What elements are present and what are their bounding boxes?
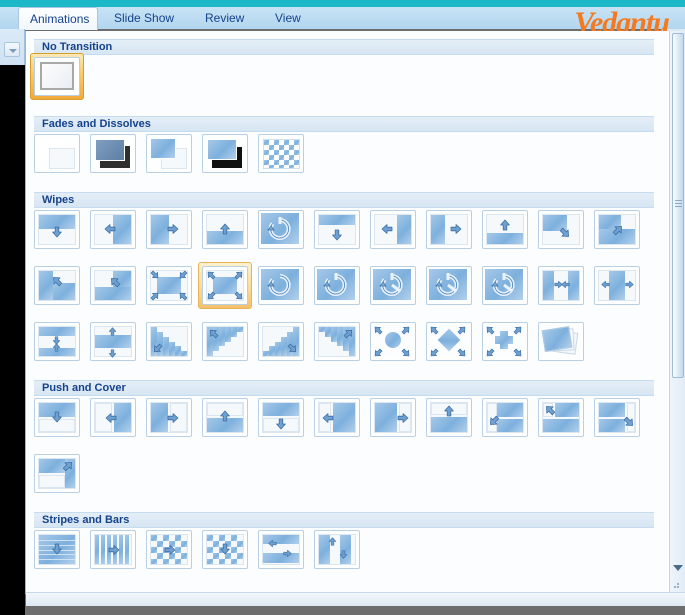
transition-push-down[interactable] — [34, 398, 80, 437]
more-dropdown-icon[interactable] — [4, 42, 20, 57]
resize-grip[interactable] — [674, 582, 682, 590]
transition-wedge[interactable] — [258, 210, 304, 249]
transition-wheel-2[interactable] — [314, 266, 360, 305]
transition-uncover-left[interactable] — [370, 210, 416, 249]
transition-shape-plus[interactable] — [482, 322, 528, 361]
transition-cover-right-up[interactable] — [34, 454, 80, 493]
transition-cut-through-black[interactable] — [202, 134, 248, 173]
section-header-wipes: Wipes — [34, 192, 654, 208]
section-header-stripes-and-bars: Stripes and Bars — [34, 512, 654, 528]
transition-blinds-vertical[interactable] — [90, 530, 136, 569]
transition-box-in[interactable] — [146, 266, 192, 305]
section-header-fades: Fades and Dissolves — [34, 116, 654, 132]
gallery-scrollbar[interactable] — [669, 31, 685, 592]
transition-shape-circle[interactable] — [370, 322, 416, 361]
transition-strips-left-up[interactable] — [202, 322, 248, 361]
left-gutter — [0, 65, 25, 615]
transition-wheel-4[interactable] — [426, 266, 472, 305]
gallery-bottom-strip — [26, 592, 685, 606]
tab-slide-show[interactable]: Slide Show — [103, 8, 185, 29]
tab-review[interactable]: Review — [194, 8, 255, 29]
transition-cover-right-down[interactable] — [594, 398, 640, 437]
transition-wheel-3[interactable] — [370, 266, 416, 305]
transition-cover-left-up[interactable] — [538, 398, 584, 437]
transition-blank-slide[interactable] — [34, 57, 80, 96]
transition-wipe-up[interactable] — [202, 210, 248, 249]
transition-split-vertical-out[interactable] — [594, 266, 640, 305]
transition-checkerboard-down[interactable] — [202, 530, 248, 569]
transition-wipe-down[interactable] — [34, 210, 80, 249]
transition-push-right[interactable] — [146, 398, 192, 437]
section-header-push-and-cover: Push and Cover — [34, 380, 654, 396]
ribbon-tab-strip: Animations Slide Show Review View — [0, 7, 685, 29]
transition-strips-right-down[interactable] — [258, 322, 304, 361]
transition-wipe-left[interactable] — [90, 210, 136, 249]
transition-comb-horizontal[interactable] — [258, 530, 304, 569]
transition-fade-smoothly[interactable] — [34, 134, 80, 173]
transition-split-vertical-in[interactable] — [538, 266, 584, 305]
transition-comb-vertical[interactable] — [314, 530, 360, 569]
tab-animations[interactable]: Animations — [18, 7, 98, 30]
transition-split-horizontal-out[interactable] — [90, 322, 136, 361]
transition-box-out[interactable] — [202, 266, 248, 305]
transition-strips-left-down[interactable] — [146, 322, 192, 361]
transition-cover-right[interactable] — [370, 398, 416, 437]
transition-cover-left-down[interactable] — [482, 398, 528, 437]
transition-fade-through-black[interactable] — [90, 134, 136, 173]
section-header-no-transition: No Transition — [34, 39, 654, 55]
transition-push-left[interactable] — [90, 398, 136, 437]
transition-split-horizontal-in[interactable] — [34, 322, 80, 361]
transition-wipe-right[interactable] — [146, 210, 192, 249]
transition-cover-up[interactable] — [426, 398, 472, 437]
transition-uncover-up[interactable] — [482, 210, 528, 249]
transition-checkerboard-across[interactable] — [146, 530, 192, 569]
transition-random-shape[interactable] — [538, 322, 584, 361]
transition-gallery: No Transition Fades and Dissolves Wipes … — [25, 31, 685, 594]
scrollbar-thumb[interactable] — [672, 33, 684, 378]
transition-uncover-right-up[interactable] — [34, 266, 80, 305]
transition-cover-left[interactable] — [314, 398, 360, 437]
transition-wheel-8[interactable] — [482, 266, 528, 305]
tab-view[interactable]: View — [264, 8, 312, 29]
transition-blinds-horizontal[interactable] — [34, 530, 80, 569]
transition-uncover-down[interactable] — [314, 210, 360, 249]
transition-wheel-1[interactable] — [258, 266, 304, 305]
transition-uncover-right[interactable] — [426, 210, 472, 249]
transition-dissolve[interactable] — [258, 134, 304, 173]
transition-cut[interactable] — [146, 134, 192, 173]
transition-cover-down[interactable] — [258, 398, 304, 437]
title-accent-bar — [0, 0, 685, 7]
scrollbar-grip — [675, 200, 682, 201]
gallery-scroll-area: No Transition Fades and Dissolves Wipes … — [26, 31, 669, 592]
transition-uncover-left-down[interactable] — [538, 210, 584, 249]
scroll-down-arrow[interactable] — [673, 565, 683, 571]
transition-uncover-left-up[interactable] — [90, 266, 136, 305]
transition-shape-diamond[interactable] — [426, 322, 472, 361]
transition-strips-right-up[interactable] — [314, 322, 360, 361]
transition-uncover-right-down[interactable] — [594, 210, 640, 249]
transition-push-up[interactable] — [202, 398, 248, 437]
transition-gallery-window: Animations Slide Show Review View Vedant… — [0, 0, 685, 615]
